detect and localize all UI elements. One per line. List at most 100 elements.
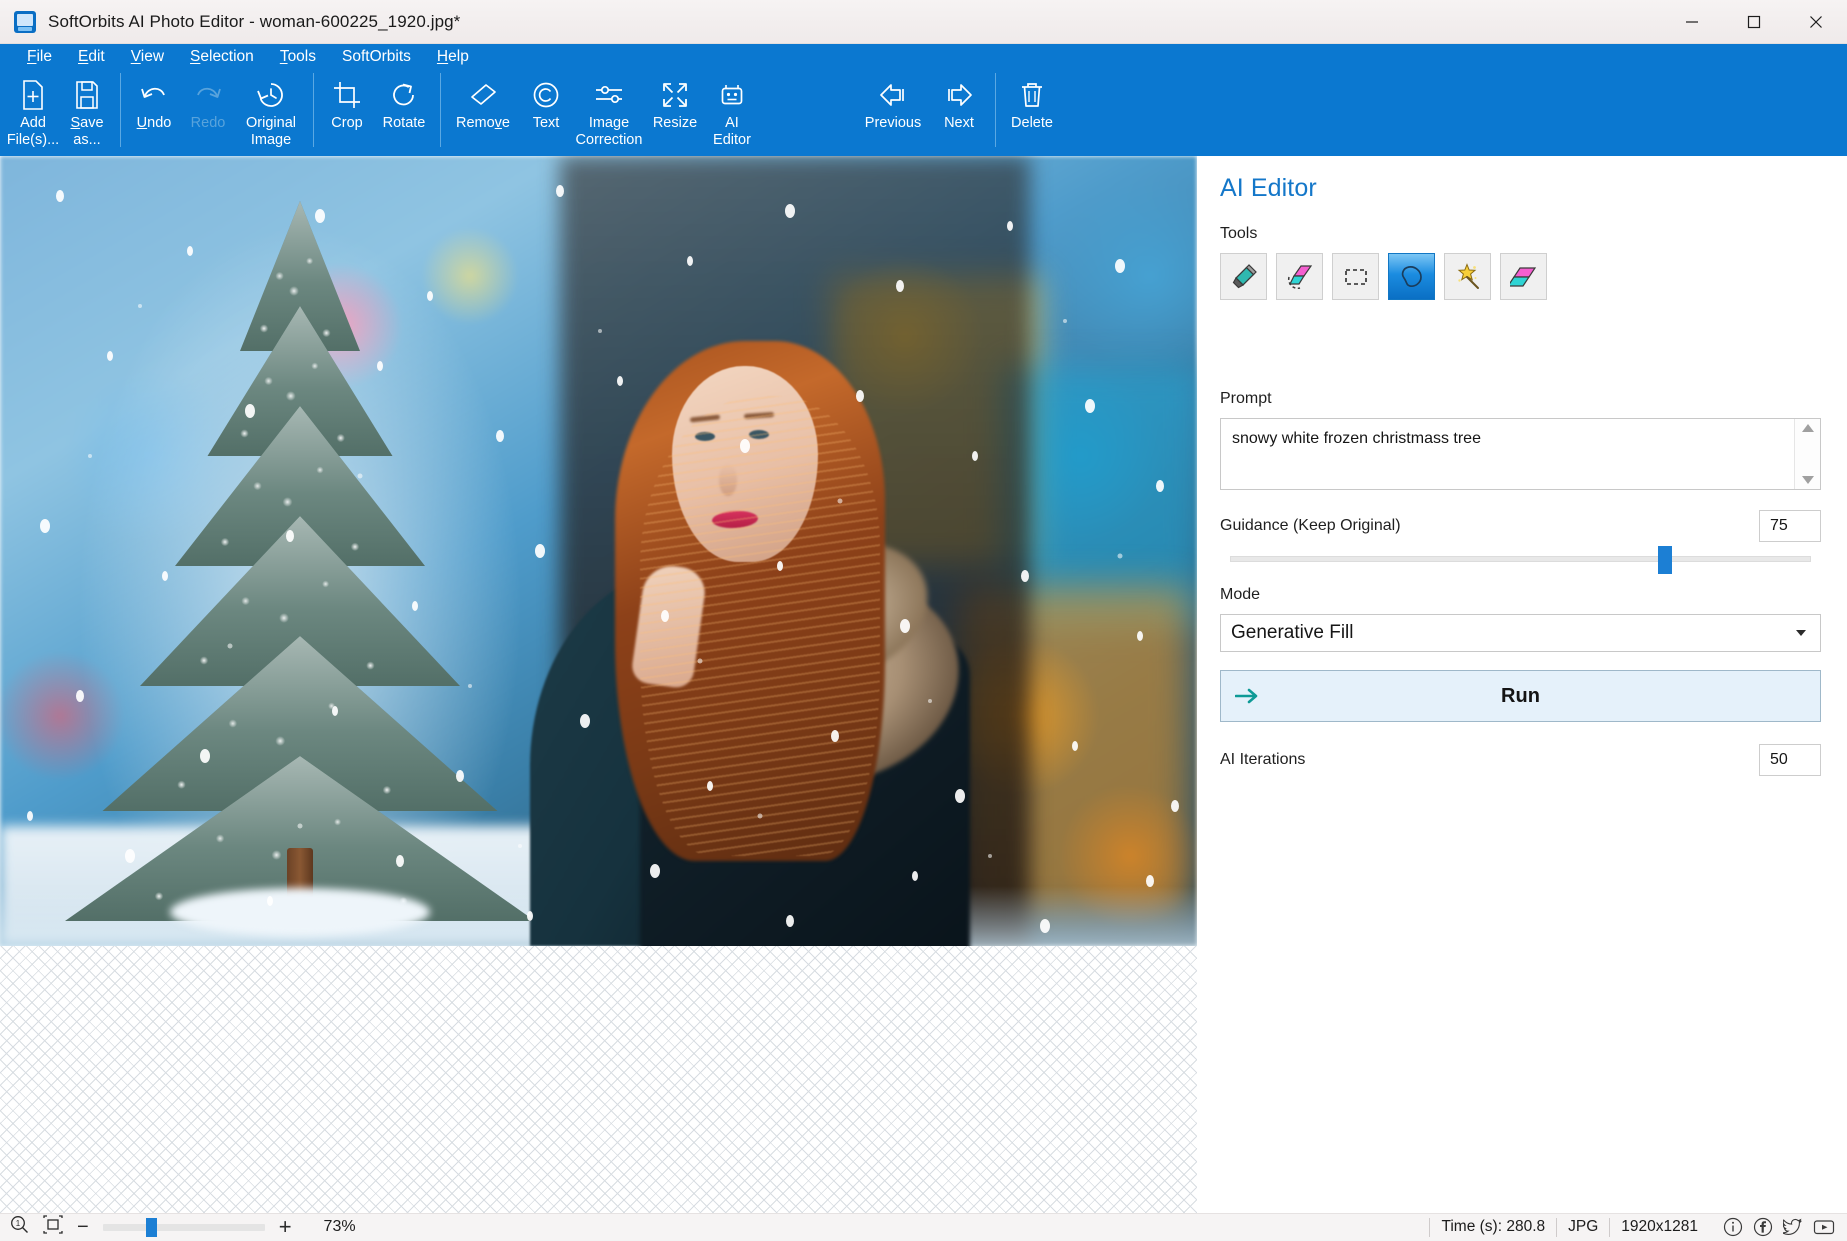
trash-icon	[1019, 79, 1045, 111]
toolbar-group-file: AddFile(s)... Saveas...	[6, 71, 114, 156]
menu-view[interactable]: View	[118, 46, 177, 69]
fill-shape-icon	[1510, 263, 1538, 291]
lasso-icon	[1398, 263, 1426, 291]
guidance-slider-thumb[interactable]	[1658, 546, 1672, 574]
rectangle-select-icon	[1342, 263, 1370, 291]
transparency-checkerboard	[0, 946, 1197, 1213]
facebook-icon[interactable]	[1753, 1217, 1773, 1237]
zoom-percent-label: 73%	[324, 1218, 356, 1236]
scroll-down-icon[interactable]	[1802, 476, 1814, 484]
mode-select[interactable]: Generative Fill	[1220, 614, 1821, 652]
toolbar-label-2: Editor	[713, 132, 751, 149]
undo-button[interactable]: Undo	[127, 71, 181, 155]
toolbar-label: Redo	[191, 115, 226, 131]
remove-button[interactable]: Remove	[447, 71, 519, 155]
toolbar-label: Previous	[865, 115, 921, 131]
previous-button[interactable]: Previous	[857, 71, 929, 155]
mode-label: Mode	[1220, 586, 1821, 604]
original-image-button[interactable]: OriginalImage	[235, 71, 307, 155]
status-info: Time (s): 280.8 JPG 1920x1281	[1429, 1214, 1847, 1241]
robot-icon	[718, 79, 746, 111]
info-icon[interactable]	[1723, 1217, 1743, 1237]
zoom-slider-thumb[interactable]	[146, 1218, 157, 1237]
woman-subject	[520, 236, 1040, 946]
image-correction-button[interactable]: ImageCorrection	[573, 71, 645, 155]
next-button[interactable]: Next	[929, 71, 989, 155]
ai-editor-button[interactable]: AIEditor	[705, 71, 759, 155]
toolbar-label: Add	[20, 115, 46, 131]
toolbar-group-history: Undo Redo OriginalImage	[127, 71, 307, 156]
chevron-down-icon[interactable]	[1796, 630, 1806, 636]
run-label: Run	[1221, 685, 1820, 708]
toolbar-label: Text	[533, 115, 560, 131]
rectangle-select-tool-button[interactable]	[1332, 253, 1379, 300]
image-canvas[interactable]	[0, 156, 1197, 1213]
status-bar: 1 − + 73% Time (s): 280.8 JPG 1920x1281	[0, 1213, 1847, 1240]
toolbar-label: AI	[725, 115, 739, 131]
run-button[interactable]: Run	[1220, 670, 1821, 722]
toolbar-label: Delete	[1011, 115, 1053, 131]
text-button[interactable]: Text	[519, 71, 573, 155]
rotate-button[interactable]: Rotate	[374, 71, 434, 155]
menu-softorbits[interactable]: SoftOrbits	[329, 46, 424, 69]
sliders-icon	[594, 79, 624, 111]
window-controls	[1661, 0, 1847, 44]
save-icon	[74, 79, 100, 111]
panel-title: AI Editor	[1220, 174, 1821, 203]
resize-icon	[661, 79, 689, 111]
maximize-button[interactable]	[1723, 0, 1785, 44]
toolbar-label: Rotate	[383, 115, 426, 131]
edited-photo[interactable]	[0, 156, 1197, 946]
toolbar-group-delete: Delete	[1002, 71, 1062, 156]
social-icons	[1709, 1217, 1847, 1237]
brush-eraser-tool-button[interactable]	[1276, 253, 1323, 300]
arrow-left-icon	[878, 79, 908, 111]
lasso-select-tool-button[interactable]	[1388, 253, 1435, 300]
zoom-in-button[interactable]: +	[279, 1216, 292, 1238]
toolbar-group-transform: Crop Rotate	[320, 71, 434, 156]
zoom-out-button[interactable]: −	[77, 1217, 89, 1237]
marker-icon	[1230, 263, 1258, 291]
prompt-scrollbar[interactable]	[1794, 419, 1820, 489]
snow-mound	[170, 888, 430, 936]
fill-tool-button[interactable]	[1500, 253, 1547, 300]
eraser-brush-icon	[1286, 263, 1314, 291]
crop-button[interactable]: Crop	[320, 71, 374, 155]
toolbar-separator	[313, 73, 314, 147]
brush-tool-button[interactable]	[1220, 253, 1267, 300]
zoom-one-to-one-icon[interactable]: 1	[10, 1215, 29, 1239]
iterations-label: AI Iterations	[1220, 751, 1305, 769]
zoom-slider[interactable]	[103, 1224, 265, 1231]
magic-wand-tool-button[interactable]	[1444, 253, 1491, 300]
minimize-button[interactable]	[1661, 0, 1723, 44]
toolbar-label: Next	[944, 115, 974, 131]
menu-selection[interactable]: Selection	[177, 46, 267, 69]
dimensions-label: 1920x1281	[1609, 1218, 1709, 1237]
close-button[interactable]	[1785, 0, 1847, 44]
youtube-icon[interactable]	[1813, 1217, 1835, 1237]
menu-tools[interactable]: Tools	[267, 46, 329, 69]
save-as-button[interactable]: Saveas...	[60, 71, 114, 155]
arrow-right-icon	[944, 79, 974, 111]
toolbar-label: Save	[70, 115, 103, 131]
menu-help[interactable]: Help	[424, 46, 482, 69]
twitter-icon[interactable]	[1783, 1217, 1803, 1237]
resize-button[interactable]: Resize	[645, 71, 705, 155]
fit-to-window-icon[interactable]	[43, 1215, 63, 1239]
delete-button[interactable]: Delete	[1002, 71, 1062, 155]
menu-edit[interactable]: Edit	[65, 46, 118, 69]
scroll-up-icon[interactable]	[1802, 424, 1814, 432]
add-files-button[interactable]: AddFile(s)...	[6, 71, 60, 155]
prompt-input[interactable]	[1232, 429, 1786, 449]
guidance-row: Guidance (Keep Original) 75	[1220, 510, 1821, 542]
undo-icon	[139, 79, 169, 111]
guidance-value-field[interactable]: 75	[1759, 510, 1821, 542]
prompt-box[interactable]	[1220, 418, 1821, 490]
toolbar-separator	[440, 73, 441, 147]
toolbar-label-2: Correction	[576, 132, 643, 149]
copyright-icon	[532, 79, 560, 111]
menu-file[interactable]: FFileile	[14, 46, 65, 69]
toolbar-group-edit: Remove Text ImageCorrection Resize AIEdi…	[447, 71, 759, 156]
guidance-slider[interactable]	[1230, 556, 1811, 562]
iterations-value-field[interactable]: 50	[1759, 744, 1821, 776]
